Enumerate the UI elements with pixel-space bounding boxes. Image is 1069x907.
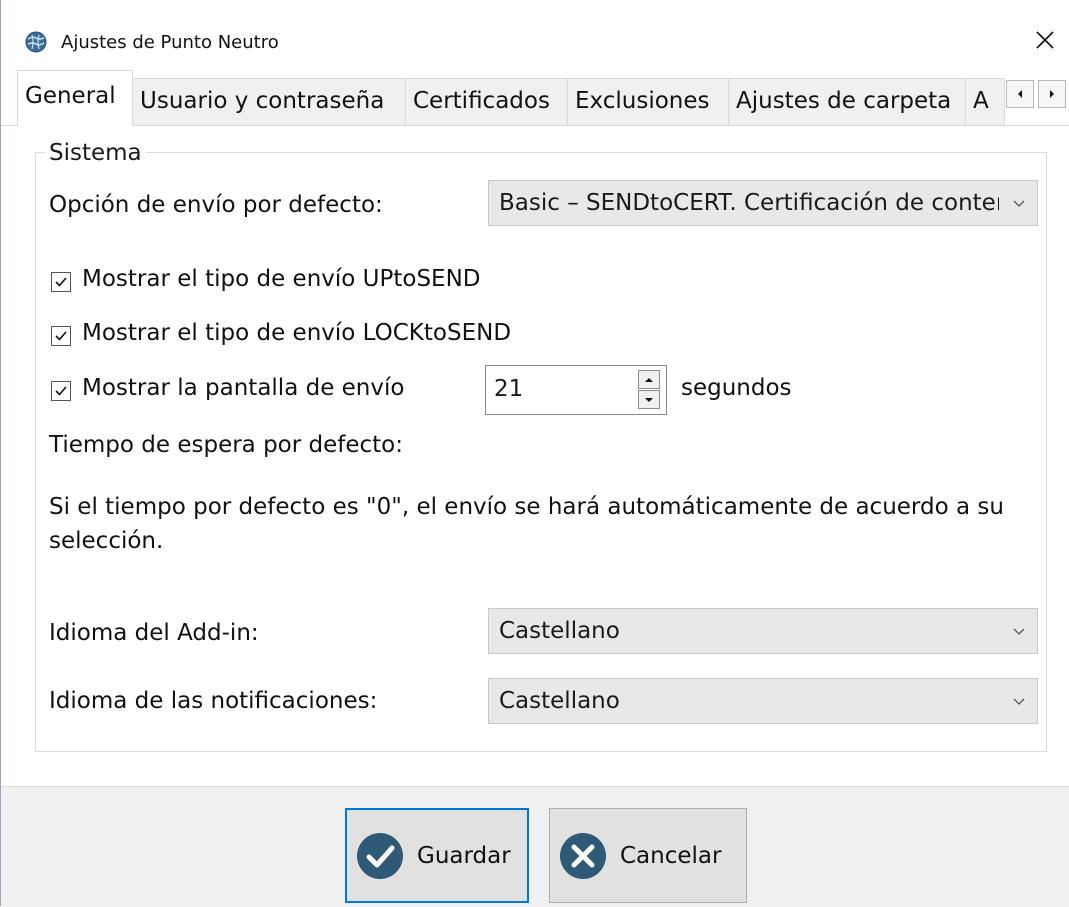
addin-language-select[interactable]: Castellano	[488, 608, 1038, 654]
settings-dialog: Ajustes de Punto Neutro General Usuario …	[0, 0, 1069, 907]
tab-overflow[interactable]: A	[965, 78, 1005, 125]
show-send-screen-checkbox[interactable]	[51, 381, 71, 401]
show-uptosend-checkbox[interactable]	[51, 272, 71, 292]
triangle-right-icon	[1050, 90, 1054, 98]
seconds-stepper[interactable]: 21	[485, 365, 667, 415]
chevron-down-icon	[1013, 200, 1025, 207]
triangle-left-icon	[1018, 90, 1022, 98]
tab-general[interactable]: General	[17, 70, 133, 126]
notifications-language-label: Idioma de las notificaciones:	[49, 688, 378, 714]
cancel-button[interactable]: Cancelar	[549, 808, 747, 903]
show-locktosend-label: Mostrar el tipo de envío LOCKtoSEND	[82, 320, 512, 346]
info-text: Si el tiempo por defecto es "0", el enví…	[49, 494, 1004, 554]
tab-ajustes-carpeta[interactable]: Ajustes de carpeta	[728, 78, 966, 125]
chevron-down-icon	[1013, 628, 1025, 635]
show-uptosend-label: Mostrar el tipo de envío UPtoSEND	[82, 266, 481, 292]
checkmark-icon	[55, 277, 67, 287]
triangle-up-icon	[645, 377, 653, 382]
checkmark-icon	[55, 331, 67, 341]
dialog-footer	[1, 786, 1069, 907]
notifications-language-select[interactable]: Castellano	[488, 678, 1038, 724]
tab-usuario-contrasena[interactable]: Usuario y contraseña	[132, 78, 406, 125]
addin-language-label: Idioma del Add-in:	[49, 620, 259, 646]
notifications-language-value: Castellano	[499, 688, 620, 714]
chevron-down-icon	[1013, 698, 1025, 705]
triangle-down-icon	[645, 397, 653, 402]
decrement-button[interactable]	[638, 390, 660, 409]
save-button[interactable]: Guardar	[345, 808, 529, 903]
tab-scroll-right-button[interactable]	[1038, 80, 1066, 108]
tab-certificados[interactable]: Certificados	[405, 78, 568, 125]
title-bar: Ajustes de Punto Neutro	[1, 0, 1069, 66]
close-button[interactable]	[1027, 22, 1063, 58]
tab-scroll-left-button[interactable]	[1006, 80, 1034, 108]
show-send-screen-label: Mostrar la pantalla de envío	[82, 375, 405, 401]
cancel-button-label: Cancelar	[620, 842, 722, 869]
wait-time-label: Tiempo de espera por defecto:	[49, 432, 403, 458]
addin-language-value: Castellano	[499, 618, 620, 644]
checkmark-icon	[55, 386, 67, 396]
x-circle-icon	[560, 832, 606, 879]
default-send-label: Opción de envío por defecto:	[49, 192, 383, 218]
window-title: Ajustes de Punto Neutro	[61, 32, 279, 53]
seconds-unit-label: segundos	[681, 375, 792, 401]
stepper-buttons	[638, 370, 662, 410]
check-circle-icon	[357, 832, 403, 879]
system-group-legend: Sistema	[45, 140, 146, 166]
tab-exclusiones[interactable]: Exclusiones	[567, 78, 729, 125]
save-button-label: Guardar	[417, 842, 511, 869]
increment-button[interactable]	[638, 370, 660, 389]
close-icon	[1036, 31, 1054, 49]
app-globe-icon	[25, 31, 47, 53]
seconds-value: 21	[494, 376, 524, 402]
show-locktosend-checkbox[interactable]	[51, 326, 71, 346]
default-send-value: Basic – SENDtoCERT. Certificación de con…	[499, 190, 999, 216]
default-send-select[interactable]: Basic – SENDtoCERT. Certificación de con…	[488, 180, 1038, 226]
